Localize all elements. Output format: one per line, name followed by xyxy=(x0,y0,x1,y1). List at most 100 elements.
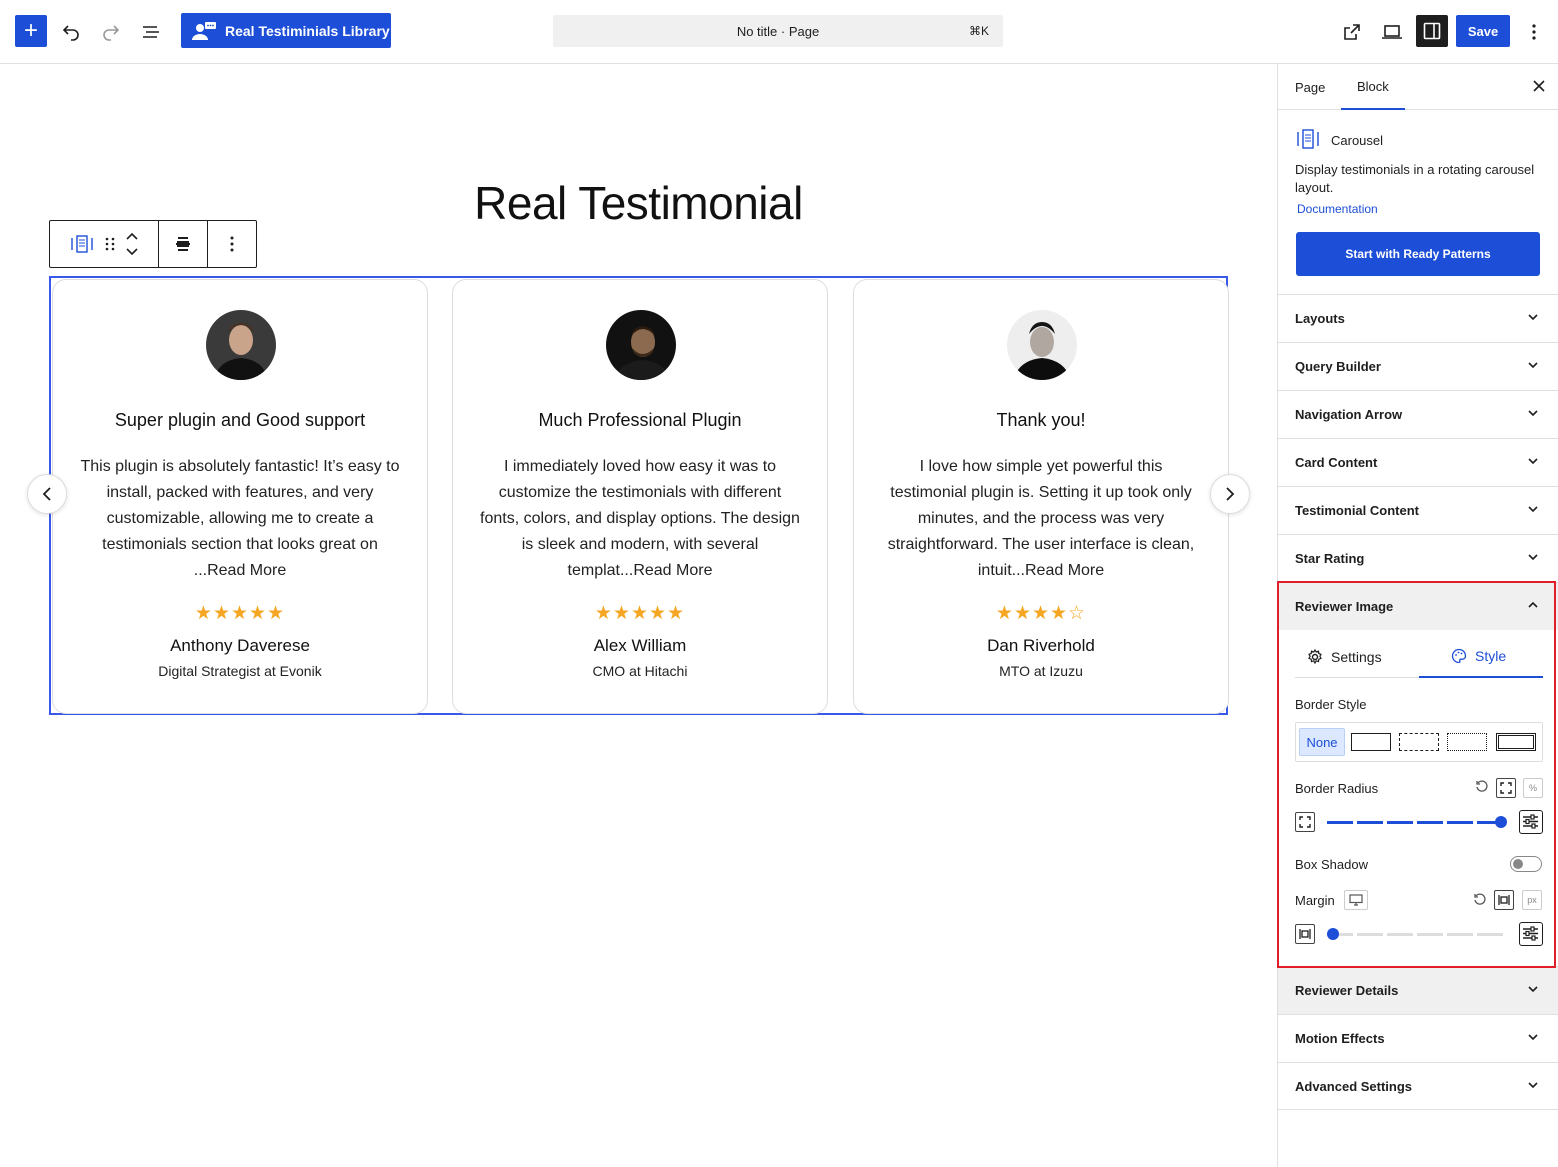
margin-linked-button[interactable] xyxy=(1494,890,1514,910)
border-style-double[interactable] xyxy=(1496,733,1536,751)
corners-icon xyxy=(1299,816,1311,828)
reviewer-role: MTO at Izuzu xyxy=(999,663,1083,679)
panel-section-motion-effects[interactable]: Motion Effects xyxy=(1278,1014,1558,1062)
carousel-block-icon[interactable] xyxy=(69,234,95,254)
margin-unit-button[interactable]: px xyxy=(1522,890,1542,910)
box-sides-icon xyxy=(1299,929,1311,939)
border-radius-slider[interactable] xyxy=(1327,816,1507,828)
panel-section-advanced-settings[interactable]: Advanced Settings xyxy=(1278,1062,1558,1110)
chevron-left-icon xyxy=(42,487,51,501)
reviewer-avatar xyxy=(606,310,676,380)
ready-patterns-button[interactable]: Start with Ready Patterns xyxy=(1296,232,1540,276)
reviewer-name: Alex William xyxy=(593,636,687,655)
block-type-group xyxy=(50,221,159,267)
radius-custom-button[interactable] xyxy=(1519,810,1543,834)
radius-unit-button[interactable]: % xyxy=(1523,778,1543,798)
testimonial-card[interactable]: Much Professional Plugin I immediately l… xyxy=(452,279,828,714)
block-options-button[interactable] xyxy=(208,221,256,267)
drag-handle-icon[interactable] xyxy=(105,236,115,252)
tab-label: Style xyxy=(1475,648,1507,664)
close-sidebar-button[interactable] xyxy=(1533,76,1545,97)
carousel-next-button[interactable] xyxy=(1210,474,1250,514)
border-radius-label: Border Radius xyxy=(1295,781,1379,796)
chevron-down-icon xyxy=(1528,506,1538,513)
radius-linked-button[interactable] xyxy=(1496,778,1516,798)
document-title: No title · Page xyxy=(736,23,820,39)
panel-section-reviewer-image[interactable]: Reviewer Image xyxy=(1278,582,1558,630)
testimonial-card[interactable]: Super plugin and Good support This plugi… xyxy=(52,279,428,714)
panel-section-testimonial-content[interactable]: Testimonial Content xyxy=(1278,486,1558,534)
preview-device-button[interactable] xyxy=(1379,19,1405,45)
panel-section-navigation-arrow[interactable]: Navigation Arrow xyxy=(1278,390,1558,438)
align-center-icon xyxy=(176,237,190,251)
tab-settings[interactable]: Settings xyxy=(1307,636,1382,678)
chevron-down-icon xyxy=(1528,410,1538,417)
star-icon: ★★★★★ xyxy=(194,603,286,624)
sliders-icon xyxy=(1523,926,1538,941)
border-style-none[interactable]: None xyxy=(1299,728,1345,756)
section-label: Motion Effects xyxy=(1295,1031,1385,1046)
panel-section-star-rating[interactable]: Star Rating xyxy=(1278,534,1558,582)
settings-sidebar-toggle[interactable] xyxy=(1416,15,1448,47)
slider-thumb[interactable] xyxy=(1327,928,1339,940)
laptop-icon xyxy=(1382,25,1402,39)
panel-section-card-content[interactable]: Card Content xyxy=(1278,438,1558,486)
panel-section-layouts[interactable]: Layouts xyxy=(1278,294,1558,342)
view-page-button[interactable] xyxy=(1339,19,1365,45)
plus-icon: + xyxy=(23,17,38,44)
margin-custom-button[interactable] xyxy=(1519,922,1543,946)
section-label: Query Builder xyxy=(1295,359,1381,374)
settings-sidebar: Page Block Carousel Display testimonials… xyxy=(1277,64,1558,1167)
editor-canvas: Real Testimonial Super plugin and Good s… xyxy=(0,64,1277,1167)
chevron-down-icon xyxy=(1528,362,1538,369)
border-style-dashed[interactable] xyxy=(1399,733,1439,751)
tab-block[interactable]: Block xyxy=(1341,64,1405,110)
margin-slider[interactable] xyxy=(1327,928,1507,940)
reviewer-avatar xyxy=(206,310,276,380)
panel-section-query-builder[interactable]: Query Builder xyxy=(1278,342,1558,390)
shortcut-hint: ⌘K xyxy=(968,24,989,38)
undo-icon xyxy=(62,25,79,41)
reviewer-name: Anthony Daverese xyxy=(170,636,310,655)
carousel-prev-button[interactable] xyxy=(27,474,67,514)
redo-button[interactable] xyxy=(98,19,124,45)
margin-device-button[interactable] xyxy=(1344,890,1368,910)
library-label: Real Testiminials Library xyxy=(225,22,390,39)
reset-icon[interactable] xyxy=(1473,893,1487,907)
reset-icon[interactable] xyxy=(1475,780,1489,794)
save-button[interactable]: Save xyxy=(1456,15,1510,47)
undo-button[interactable] xyxy=(58,19,84,45)
tab-page[interactable]: Page xyxy=(1295,64,1325,110)
margin-sides-button[interactable] xyxy=(1295,924,1315,944)
section-label: Navigation Arrow xyxy=(1295,407,1403,422)
slider-thumb[interactable] xyxy=(1495,816,1507,828)
chevron-down-icon xyxy=(1528,554,1538,561)
align-button[interactable] xyxy=(159,221,208,267)
options-menu-button[interactable] xyxy=(1522,19,1546,45)
chevron-right-icon xyxy=(1226,487,1235,501)
move-up-down-icon[interactable] xyxy=(125,231,139,257)
block-title: Carousel xyxy=(1331,133,1384,148)
testimonial-carousel[interactable]: Super plugin and Good support This plugi… xyxy=(49,276,1229,715)
add-block-button[interactable]: + xyxy=(15,15,47,47)
border-style-label: Border Style xyxy=(1295,697,1367,712)
section-label: Layouts xyxy=(1295,311,1345,326)
command-palette[interactable]: No title · Page ⌘K xyxy=(553,15,1003,47)
editor-topbar: + Real Testiminials Library No title · P… xyxy=(0,0,1558,64)
border-style-solid[interactable] xyxy=(1351,733,1391,751)
documentation-link[interactable]: Documentation xyxy=(1297,202,1378,216)
panel-section-reviewer-details[interactable]: Reviewer Details xyxy=(1278,966,1558,1014)
testimonials-library-button[interactable]: Real Testiminials Library xyxy=(181,13,391,48)
border-style-dotted[interactable] xyxy=(1447,733,1487,751)
tab-style[interactable]: Style xyxy=(1419,636,1543,678)
carousel-block-icon xyxy=(1297,129,1319,149)
external-link-icon xyxy=(1344,24,1360,40)
testimonial-card[interactable]: Thank you! I love how simple yet powerfu… xyxy=(853,279,1229,714)
reviewer-role: Digital Strategist at Evonik xyxy=(158,663,322,679)
box-shadow-label: Box Shadow xyxy=(1295,857,1368,872)
document-overview-button[interactable] xyxy=(138,19,164,45)
star-rating: ★★★★☆ xyxy=(854,602,1228,625)
radius-corners-button[interactable] xyxy=(1295,812,1315,832)
chevron-down-icon xyxy=(1528,458,1538,465)
box-shadow-toggle[interactable] xyxy=(1510,856,1542,872)
